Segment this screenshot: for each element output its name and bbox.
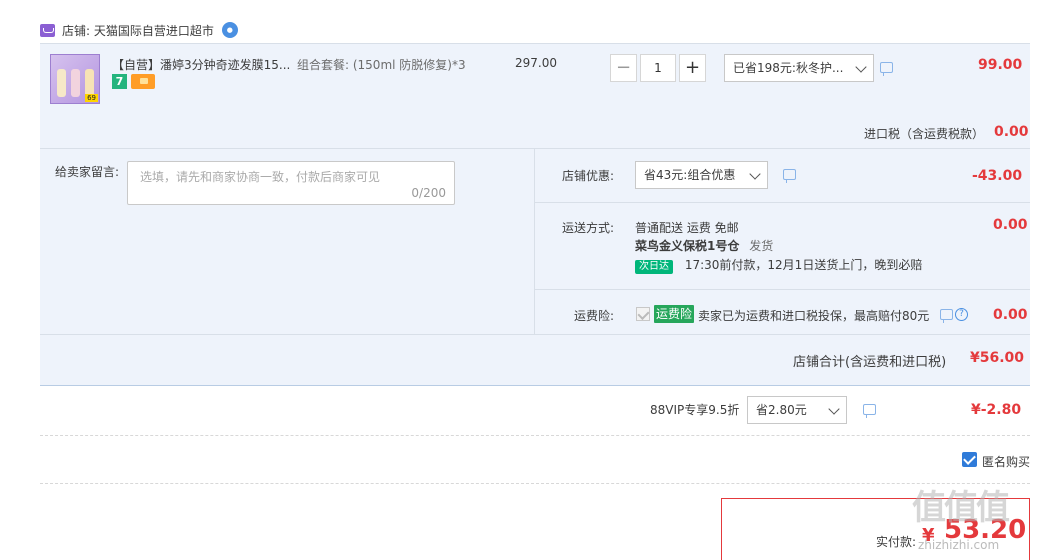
- divider: [535, 202, 1030, 203]
- seller-message-placeholder: 选填，请先和商家协商一致，付款后商家可见: [140, 170, 381, 184]
- import-tax-label: 进口税（含运费税款）: [864, 127, 985, 141]
- insurance-text: 卖家已为运费和进口税投保，最高赔付80元: [698, 309, 930, 323]
- item-promo-select-value: 已省198元:秋冬护...: [733, 61, 844, 75]
- product-thumbnail[interactable]: 69: [50, 54, 100, 104]
- promo-info-icon[interactable]: [880, 62, 893, 76]
- insurance-badge: 运费险: [654, 305, 695, 323]
- quantity-decrease-button[interactable]: −: [610, 54, 637, 82]
- delivery-line: 次日达 17:30前付款，12月1日送货上门，晚到必赔: [635, 256, 922, 274]
- chevron-down-icon: [855, 61, 867, 73]
- discount-info-icon[interactable]: [783, 169, 796, 183]
- vip-discount-value: ¥-2.80: [971, 402, 1022, 418]
- shop-discount-select-value: 省43元:组合优惠: [644, 168, 736, 182]
- payment-label: 实付款:: [876, 535, 917, 549]
- seller-message-label: 给卖家留言:: [55, 165, 120, 179]
- shop-icon: [40, 23, 55, 37]
- product-title[interactable]: 【自营】潘婷3分钟奇迹发膜15...: [112, 56, 294, 73]
- vip-discount-select[interactable]: 省2.80元: [747, 396, 847, 424]
- insurance-label: 运费险:: [573, 309, 614, 323]
- shop-discount-value: -43.00: [972, 168, 1023, 184]
- seller-message-input[interactable]: 选填，请先和商家协商一致，付款后商家可见 0/200: [127, 161, 455, 205]
- order-item: 69 【自营】潘婷3分钟奇迹发膜15... 7 组合套餐: (150ml 防脱修…: [40, 44, 1030, 148]
- insurance-value: 0.00: [993, 307, 1028, 323]
- shipping-warehouse-line: 菜鸟金义保税1号仓 发货: [635, 237, 773, 254]
- seller-message-count: 0/200: [411, 186, 446, 200]
- anonymous-checkbox[interactable]: [962, 452, 977, 467]
- watermark: 值值值: [912, 488, 1010, 528]
- anonymous-label[interactable]: 匿名购买: [982, 453, 1030, 470]
- divider: [534, 149, 535, 335]
- order-details: 给卖家留言: 选填，请先和商家协商一致，付款后商家可见 0/200 店铺优惠: …: [40, 148, 1030, 335]
- shipping-label: 运送方式:: [561, 221, 614, 235]
- shop-total-value: ¥56.00: [970, 350, 1025, 366]
- shop-header: 店铺: 天猫国际自营进口超市 ●: [40, 20, 238, 40]
- item-promo-select[interactable]: 已省198元:秋冬护...: [724, 54, 874, 82]
- vip-discount-row: 88VIP专享9.5折 省2.80元 ¥-2.80: [40, 386, 1030, 436]
- import-tax-value: 0.00: [994, 124, 1029, 140]
- shipping-warehouse-suffix: 发货: [749, 239, 774, 253]
- divider: [535, 289, 1030, 290]
- vip-info-icon[interactable]: [863, 404, 876, 418]
- shop-total-row: 店铺合计(含运费和进口税) ¥56.00: [40, 334, 1030, 386]
- shop-discount-label: 店铺优惠:: [561, 169, 614, 183]
- insurance-info-icon[interactable]: [940, 309, 953, 323]
- vip-discount-select-value: 省2.80元: [756, 403, 807, 417]
- watermark-url: zhizhizhi.com: [918, 538, 1000, 552]
- shop-total-label: 店铺合计(含运费和进口税): [793, 355, 947, 370]
- shipping-method: 普通配送 运费 免邮: [635, 221, 739, 235]
- item-subtotal: 99.00: [978, 57, 1023, 73]
- delivery-estimate: 17:30前付款，12月1日送货上门，晚到必赔: [684, 258, 923, 272]
- credit-card-icon: [131, 74, 155, 89]
- thumbnail-tag: 69: [85, 94, 98, 102]
- next-day-badge: 次日达: [635, 260, 673, 274]
- shop-name[interactable]: 店铺: 天猫国际自营进口超市: [62, 22, 214, 39]
- shipping-warehouse: 菜鸟金义保税1号仓: [635, 239, 740, 253]
- product-sku: 组合套餐: (150ml 防脱修复)*3: [297, 58, 466, 72]
- quantity-stepper: − 1 +: [610, 54, 706, 82]
- seven-day-return-icon: 7: [112, 74, 127, 89]
- vip-discount-label: 88VIP专享9.5折: [650, 403, 740, 417]
- chevron-down-icon: [749, 168, 761, 180]
- unit-price: 297.00: [515, 56, 557, 70]
- insurance-checkbox[interactable]: [636, 307, 650, 321]
- quantity-input[interactable]: 1: [640, 54, 676, 82]
- quantity-increase-button[interactable]: +: [679, 54, 706, 82]
- shipping-value: 0.00: [993, 217, 1028, 233]
- shop-discount-select[interactable]: 省43元:组合优惠: [635, 161, 768, 189]
- chevron-down-icon: [828, 403, 840, 415]
- help-icon[interactable]: ?: [955, 308, 968, 321]
- anonymous-row: 匿名购买: [40, 436, 1030, 484]
- wangwang-chat-icon[interactable]: ●: [221, 22, 238, 38]
